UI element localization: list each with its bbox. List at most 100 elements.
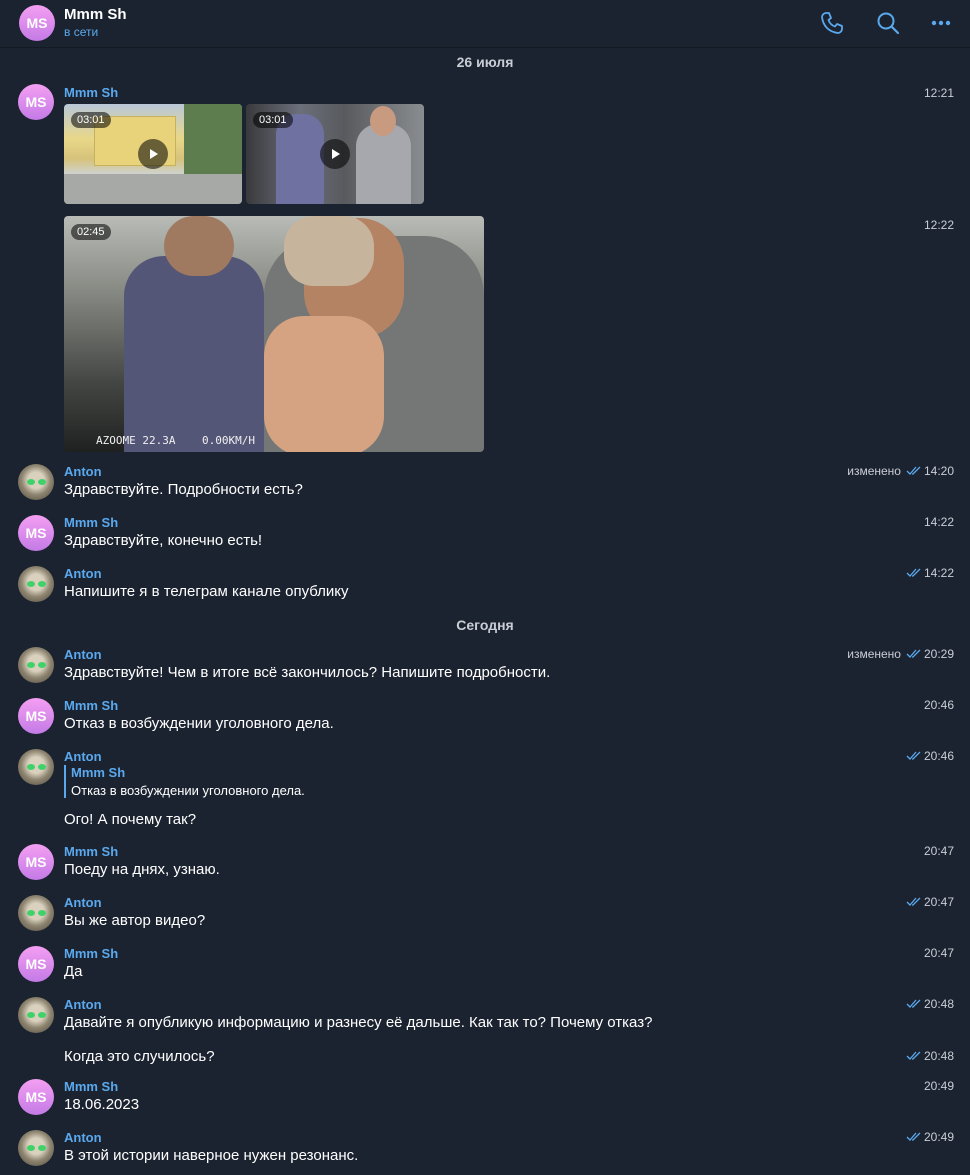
message: MS Mmm Sh 20:49 18.06.2023 [0,1079,970,1119]
contact-status: в сети [64,25,99,39]
message-sender[interactable]: Anton [64,749,102,764]
time-text: 20:49 [923,1079,954,1093]
message-videos: MS Mmm Sh 12:21 03:01 03:01 12:22 02:45 … [0,84,970,454]
message-sender[interactable]: Mmm Sh [64,1079,118,1094]
message: MS Mmm Sh 14:22 Здравствуйте, конечно ес… [0,515,970,555]
video-overlay-text: AZOOME 22.3A 0.00KM/H [96,434,255,447]
message-text: Напишите я в телеграм канале опублику [64,583,349,600]
video-thumbnail[interactable]: 03:01 [64,104,242,204]
message-sender[interactable]: Anton [64,1130,102,1145]
avatar-initials: MS [25,94,47,110]
message-sender[interactable]: Anton [64,647,102,662]
message-sender[interactable]: Mmm Sh [64,698,118,713]
avatar[interactable] [18,647,54,683]
message-sender[interactable]: Mmm Sh [64,946,118,961]
message: Anton 14:22 Напишите я в телеграм канале… [0,566,970,606]
message-text: В этой истории наверное нужен резонанс. [64,1147,359,1164]
read-check-icon [906,1051,921,1060]
time-text: 20:46 [923,698,954,712]
message-text: Когда это случилось? [64,1048,215,1065]
avatar[interactable] [18,749,54,785]
contact-avatar[interactable]: MS [19,5,55,41]
avatar[interactable] [18,566,54,602]
time-text: 14:22 [923,566,954,580]
video-thumbnail[interactable]: 02:45 AZOOME 22.3A 0.00KM/H [64,216,484,452]
avatar[interactable]: MS [18,698,54,734]
contact-name[interactable]: Mmm Sh [64,6,127,23]
avatar[interactable]: MS [18,946,54,982]
message-sender[interactable]: Anton [64,464,102,479]
time-text: 20:47 [923,946,954,960]
video-duration: 02:45 [71,224,111,240]
message: MS Mmm Sh 20:47 Поеду на днях, узнаю. [0,844,970,884]
message-text: Ого! А почему так? [64,811,197,828]
read-check-icon [906,751,921,760]
message-time: 20:48 [906,997,954,1011]
message-time: 20:48 [906,1049,954,1063]
video-duration: 03:01 [253,112,293,128]
message: Anton изменено 20:29 Здравствуйте! Чем в… [0,647,970,687]
avatar[interactable] [18,1130,54,1166]
avatar-initials: MS [25,854,47,870]
play-icon[interactable] [320,139,350,169]
message-text: Да [64,963,83,980]
avatar[interactable]: MS [18,844,54,880]
search-icon[interactable] [875,10,901,36]
message-text: Здравствуйте! Чем в итоге всё закончилос… [64,664,551,681]
message: Anton 20:49 В этой истории наверное нуже… [0,1130,970,1170]
message-sender[interactable]: Mmm Sh [64,515,118,530]
time-text: 20:46 [923,749,954,763]
edited-label: изменено [847,647,901,661]
message-continuation: 20:48 Когда это случилось? [0,1031,970,1065]
read-check-icon [906,897,921,906]
avatar[interactable]: MS [18,84,54,120]
reply-quote[interactable]: Mmm Sh Отказ в возбуждении уголовного де… [64,765,305,798]
time-text: 20:47 [923,895,954,909]
avatar[interactable] [18,997,54,1033]
avatar-initials: MS [25,525,47,541]
message-time: 12:22 [924,218,954,232]
avatar-initials: MS [25,956,47,972]
message-time: 12:21 [924,86,954,100]
play-icon[interactable] [138,139,168,169]
message-time: 20:49 [924,1079,954,1093]
phone-icon[interactable] [819,10,845,36]
message-text: Здравствуйте. Подробности есть? [64,481,303,498]
avatar[interactable] [18,464,54,500]
time-text: 20:29 [923,647,954,661]
message-sender[interactable]: Mmm Sh [64,85,118,100]
avatar-initials: MS [25,708,47,724]
message-time: 20:49 [906,1130,954,1144]
message-text: Поеду на днях, узнаю. [64,861,220,878]
message-text: Вы же автор видео? [64,912,206,929]
message-sender[interactable]: Anton [64,895,102,910]
avatar[interactable] [18,895,54,931]
time-text: 14:20 [923,464,954,478]
date-separator: Сегодня [456,617,514,633]
message-time: 20:47 [906,895,954,909]
read-check-icon [906,649,921,658]
video-thumbnail[interactable]: 03:01 [246,104,424,204]
time-text: 20:48 [923,1049,954,1063]
read-check-icon [906,999,921,1008]
time-text: 20:48 [923,997,954,1011]
message-sender[interactable]: Mmm Sh [64,844,118,859]
more-icon[interactable] [928,10,954,36]
read-check-icon [906,466,921,475]
time-text: 12:22 [923,218,954,232]
message-text: Отказ в возбуждении уголовного дела. [64,715,334,732]
reply-sender: Mmm Sh [71,765,126,780]
time-text: 20:49 [923,1130,954,1144]
date-separator: 26 июля [456,54,514,70]
time-text: 12:21 [923,86,954,100]
reply-text: Отказ в возбуждении уголовного дела. [71,783,305,798]
message-text: Давайте я опубликую информацию и разнесу… [64,1014,653,1031]
message-sender[interactable]: Anton [64,997,102,1012]
message: Anton изменено 14:20 Здравствуйте. Подро… [0,464,970,504]
message-sender[interactable]: Anton [64,566,102,581]
avatar[interactable]: MS [18,515,54,551]
message-time: 20:46 [924,698,954,712]
message: MS Mmm Sh 20:46 Отказ в возбуждении угол… [0,698,970,738]
message-with-reply: Anton 20:46 Mmm Sh Отказ в возбуждении у… [0,749,970,833]
avatar[interactable]: MS [18,1079,54,1115]
